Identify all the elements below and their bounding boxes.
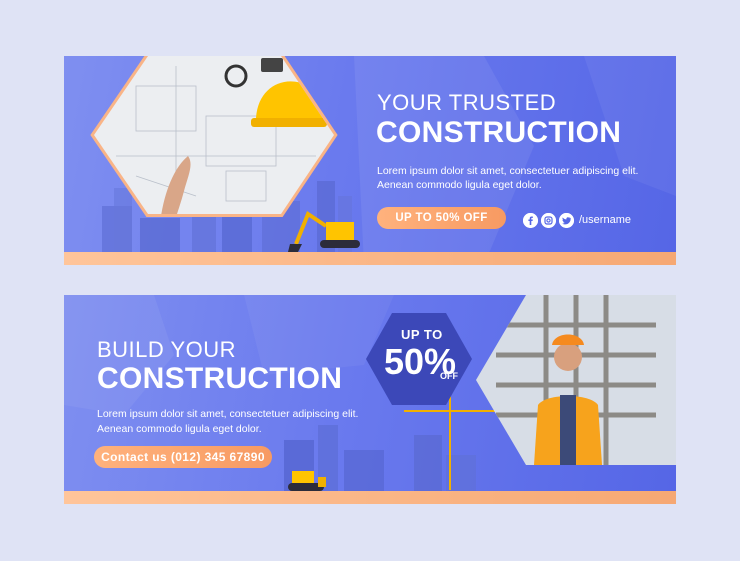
banner-build-construction: UP TO 50% OFF BUILD YOUR CONSTRUCTION Lo… [64,295,676,504]
blueprint-hexagon-photo [90,56,338,217]
facebook-icon[interactable] [523,213,538,228]
headline-light: BUILD YOUR [97,337,237,362]
bottom-stripe [64,491,676,504]
body-text-line-1: Lorem ipsum dolor sit amet, consectetuer… [377,165,639,177]
discount-badge[interactable]: UP TO 50% OFF [377,207,506,229]
bottom-stripe [64,252,676,265]
headline-light: YOUR TRUSTED [377,90,557,115]
headline-bold: CONSTRUCTION [376,116,622,149]
headline-bold: CONSTRUCTION [97,362,343,395]
offer-up-to: UP TO [401,327,443,342]
excavator-illustration [288,210,360,252]
banner-trusted-construction: YOUR TRUSTED CONSTRUCTION Lorem ipsum do… [64,56,676,265]
instagram-icon[interactable] [541,213,556,228]
contact-button[interactable]: Contact us (012) 345 67890 [94,446,272,468]
offer-off: OFF [440,371,458,381]
body-text-line-1: Lorem ipsum dolor sit amet, consectetuer… [97,408,359,420]
body-text-line-2: Aenean commodo ligula eget dolor. [97,423,262,435]
username-handle[interactable]: /username [579,214,631,226]
twitter-icon[interactable] [559,213,574,228]
worker-photo [476,295,676,465]
body-text-line-2: Aenean commodo ligula eget dolor. [377,179,542,191]
